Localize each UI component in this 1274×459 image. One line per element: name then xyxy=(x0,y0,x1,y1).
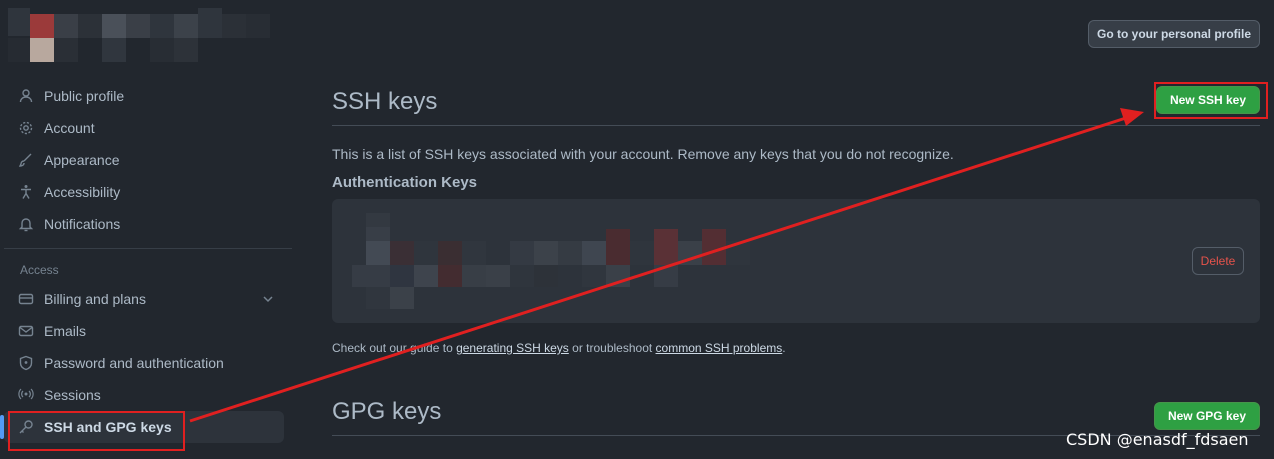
person-icon xyxy=(18,88,34,104)
common-ssh-problems-link[interactable]: common SSH problems xyxy=(656,341,783,355)
sidebar-item-emails[interactable]: Emails xyxy=(4,315,292,347)
mail-icon xyxy=(18,323,34,339)
sidebar-item-public-profile[interactable]: Public profile xyxy=(4,80,292,112)
sidebar-divider xyxy=(4,248,292,249)
main-content: SSH keys New SSH key This is a list of S… xyxy=(332,80,1260,436)
sidebar-item-password[interactable]: Password and authentication xyxy=(4,347,292,379)
delete-key-button[interactable]: Delete xyxy=(1192,247,1244,275)
annotation-box-new-ssh-key xyxy=(1154,82,1268,119)
sidebar-item-label: Account xyxy=(44,120,95,136)
bell-icon xyxy=(18,216,34,232)
sidebar-item-appearance[interactable]: Appearance xyxy=(4,144,292,176)
gpg-keys-title: GPG keys xyxy=(332,398,442,425)
watermark: CSDN @enasdf_fdsaen xyxy=(1066,430,1249,449)
sidebar-item-label: Billing and plans xyxy=(44,291,146,307)
sidebar-item-sessions[interactable]: Sessions xyxy=(4,379,292,411)
sidebar-item-label: Sessions xyxy=(44,387,101,403)
sidebar-item-billing[interactable]: Billing and plans xyxy=(4,283,292,315)
help-prefix: Check out our guide to xyxy=(332,341,457,355)
sidebar-item-notifications[interactable]: Notifications xyxy=(4,208,292,240)
gear-icon xyxy=(18,120,34,136)
authentication-keys-heading: Authentication Keys xyxy=(332,174,478,191)
redacted-key-details xyxy=(352,213,752,311)
help-suffix: . xyxy=(782,341,786,355)
sidebar-item-label: Password and authentication xyxy=(44,355,224,371)
chevron-down-icon[interactable] xyxy=(260,291,276,307)
generating-ssh-keys-link[interactable]: generating SSH keys xyxy=(456,341,569,355)
sidebar-item-label: Appearance xyxy=(44,152,120,168)
shield-lock-icon xyxy=(18,355,34,371)
sidebar-item-label: Public profile xyxy=(44,88,125,104)
sidebar-group-title: Access xyxy=(20,263,59,277)
ssh-help-text: Check out our guide to generating SSH ke… xyxy=(332,341,1260,355)
settings-sidebar: Public profile Account Appearance Access… xyxy=(0,80,292,443)
new-gpg-key-button[interactable]: New GPG key xyxy=(1153,402,1260,430)
ssh-section-header: SSH keys New SSH key xyxy=(332,80,1260,126)
annotation-box-ssh-gpg-nav xyxy=(8,411,185,451)
ssh-keys-title: SSH keys xyxy=(332,88,438,115)
go-to-profile-button[interactable]: Go to your personal profile xyxy=(1088,20,1260,48)
accessibility-icon xyxy=(18,184,34,200)
sidebar-item-accessibility[interactable]: Accessibility xyxy=(4,176,292,208)
sidebar-item-label: Emails xyxy=(44,323,87,339)
broadcast-icon xyxy=(18,387,34,403)
avatar[interactable] xyxy=(8,8,273,62)
sidebar-item-label: Accessibility xyxy=(44,184,121,200)
sidebar-item-label: Notifications xyxy=(44,216,121,232)
credit-card-icon xyxy=(18,291,34,307)
help-middle: or troubleshoot xyxy=(568,341,656,355)
sidebar-item-account[interactable]: Account xyxy=(4,112,292,144)
paintbrush-icon xyxy=(18,152,34,168)
ssh-description: This is a list of SSH keys associated wi… xyxy=(332,146,954,162)
ssh-key-item: Delete xyxy=(332,199,1260,323)
